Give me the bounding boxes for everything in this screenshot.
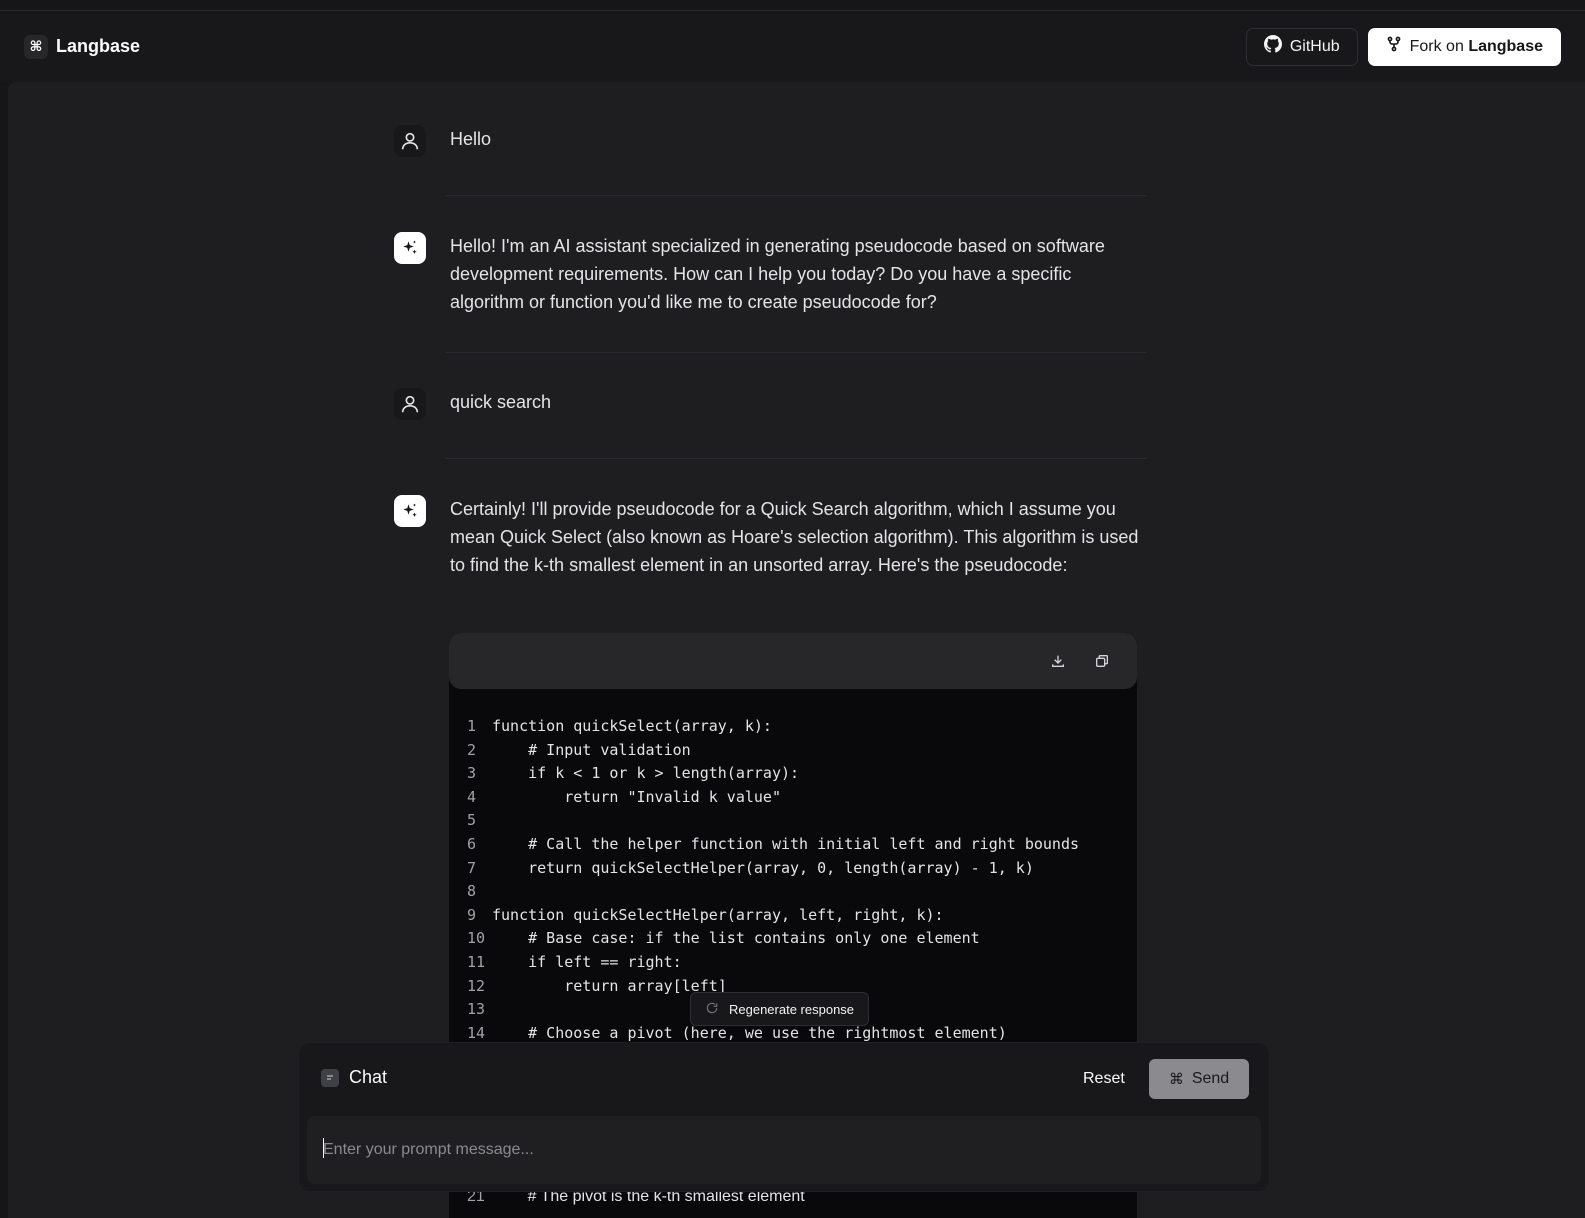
- line-number: 3: [467, 764, 477, 783]
- code-line: 2 # Input validation: [449, 739, 1137, 763]
- line-number: 9: [467, 905, 477, 924]
- code-block-header: [449, 633, 1137, 689]
- regenerate-button[interactable]: Regenerate response: [690, 992, 870, 1026]
- code-line: 4 return "Invalid k value": [449, 786, 1137, 810]
- refresh-icon: [705, 1001, 719, 1018]
- chat-title: Chat: [349, 1067, 388, 1087]
- regenerate-label: Regenerate response: [729, 1001, 855, 1017]
- line-number: 5: [467, 811, 477, 830]
- line-number: 1: [467, 717, 477, 735]
- line-number: 10: [467, 929, 486, 948]
- fork-label: Fork on Langbase: [1409, 37, 1543, 55]
- message-text: quick search: [450, 392, 552, 412]
- message-text: Certainly! I'll provide pseudocode for a…: [450, 499, 1139, 575]
- line-number: 6: [467, 834, 477, 853]
- code-line: 11 if left == right:: [449, 951, 1137, 975]
- user-avatar-icon: [394, 388, 426, 420]
- copy-icon[interactable]: [1093, 652, 1111, 670]
- brand[interactable]: ⌘ Langbase: [24, 34, 141, 59]
- command-icon: ⌘: [1168, 1071, 1184, 1088]
- download-icon[interactable]: [1049, 652, 1067, 670]
- github-label: GitHub: [1289, 37, 1340, 55]
- code-line: 10 # Base case: if the list contains onl…: [449, 927, 1137, 951]
- line-text: return "Invalid k value": [492, 787, 781, 806]
- user-message: quick search: [394, 388, 1144, 420]
- line-text: return quickSelectHelper(array, 0, lengt…: [492, 858, 1034, 877]
- line-number: 2: [467, 740, 477, 759]
- code-line: 6 # Call the helper function with initia…: [449, 833, 1137, 857]
- chat-icon: [321, 1068, 339, 1087]
- code-line: 3 if k < 1 or k > length(array):: [449, 762, 1137, 786]
- line-number: 8: [467, 882, 477, 901]
- send-label: Send: [1191, 1070, 1230, 1087]
- line-number: 7: [467, 858, 477, 877]
- top-bar: ⌘ Langbase GitHub Fork on Langbase: [0, 10, 1585, 82]
- line-text: function quickSelect(array, k):: [492, 717, 772, 735]
- command-logo-icon: ⌘: [24, 34, 48, 59]
- line-number: 4: [467, 787, 477, 806]
- code-line: 1 function quickSelect(array, k):: [449, 715, 1137, 739]
- line-text: # Call the helper function with initial …: [492, 834, 1079, 853]
- brand-name: Langbase: [56, 36, 141, 56]
- line-text: # Base case: if the list contains only o…: [492, 929, 980, 948]
- code-line: 5: [449, 809, 1137, 833]
- user-avatar-icon: [394, 125, 426, 157]
- message-divider: [446, 352, 1146, 353]
- message-divider: [446, 458, 1146, 459]
- send-button[interactable]: ⌘ Send: [1149, 1059, 1249, 1099]
- assistant-message: Hello! I'm an AI assistant specialized i…: [394, 232, 1144, 316]
- top-actions: GitHub Fork on Langbase: [1245, 27, 1561, 66]
- line-text: if k < 1 or k > length(array):: [492, 764, 800, 783]
- code-line: 9 function quickSelectHelper(array, left,…: [449, 904, 1137, 928]
- fork-button[interactable]: Fork on Langbase: [1367, 27, 1561, 66]
- prompt-input[interactable]: [307, 1116, 1261, 1184]
- fork-icon: [1386, 36, 1402, 57]
- line-number: 12: [467, 976, 486, 995]
- message-text: Hello: [450, 129, 492, 149]
- chat-composer: Chat Reset ⌘ Send: [298, 1042, 1270, 1192]
- code-line: 8: [449, 880, 1137, 904]
- line-text: if left == right:: [492, 952, 682, 971]
- user-message: Hello: [394, 125, 1144, 157]
- message-text: Hello! I'm an AI assistant specialized i…: [450, 236, 1105, 312]
- line-number: 13: [467, 1000, 486, 1019]
- assistant-message: Certainly! I'll provide pseudocode for a…: [394, 495, 1144, 579]
- reset-button[interactable]: Reset: [1081, 1059, 1127, 1099]
- line-text: function quickSelectHelper(array, left, …: [492, 905, 944, 924]
- message-divider: [446, 195, 1146, 196]
- code-line: 7 return quickSelectHelper(array, 0, len…: [449, 857, 1137, 881]
- sparkles-icon: [394, 232, 426, 264]
- github-icon: [1263, 35, 1282, 58]
- line-number: 11: [467, 952, 486, 971]
- text-cursor: [323, 1138, 324, 1158]
- line-text: # Input validation: [492, 740, 691, 759]
- github-button[interactable]: GitHub: [1245, 27, 1358, 66]
- chat-header: Chat: [321, 1067, 387, 1088]
- sparkles-icon: [394, 495, 426, 527]
